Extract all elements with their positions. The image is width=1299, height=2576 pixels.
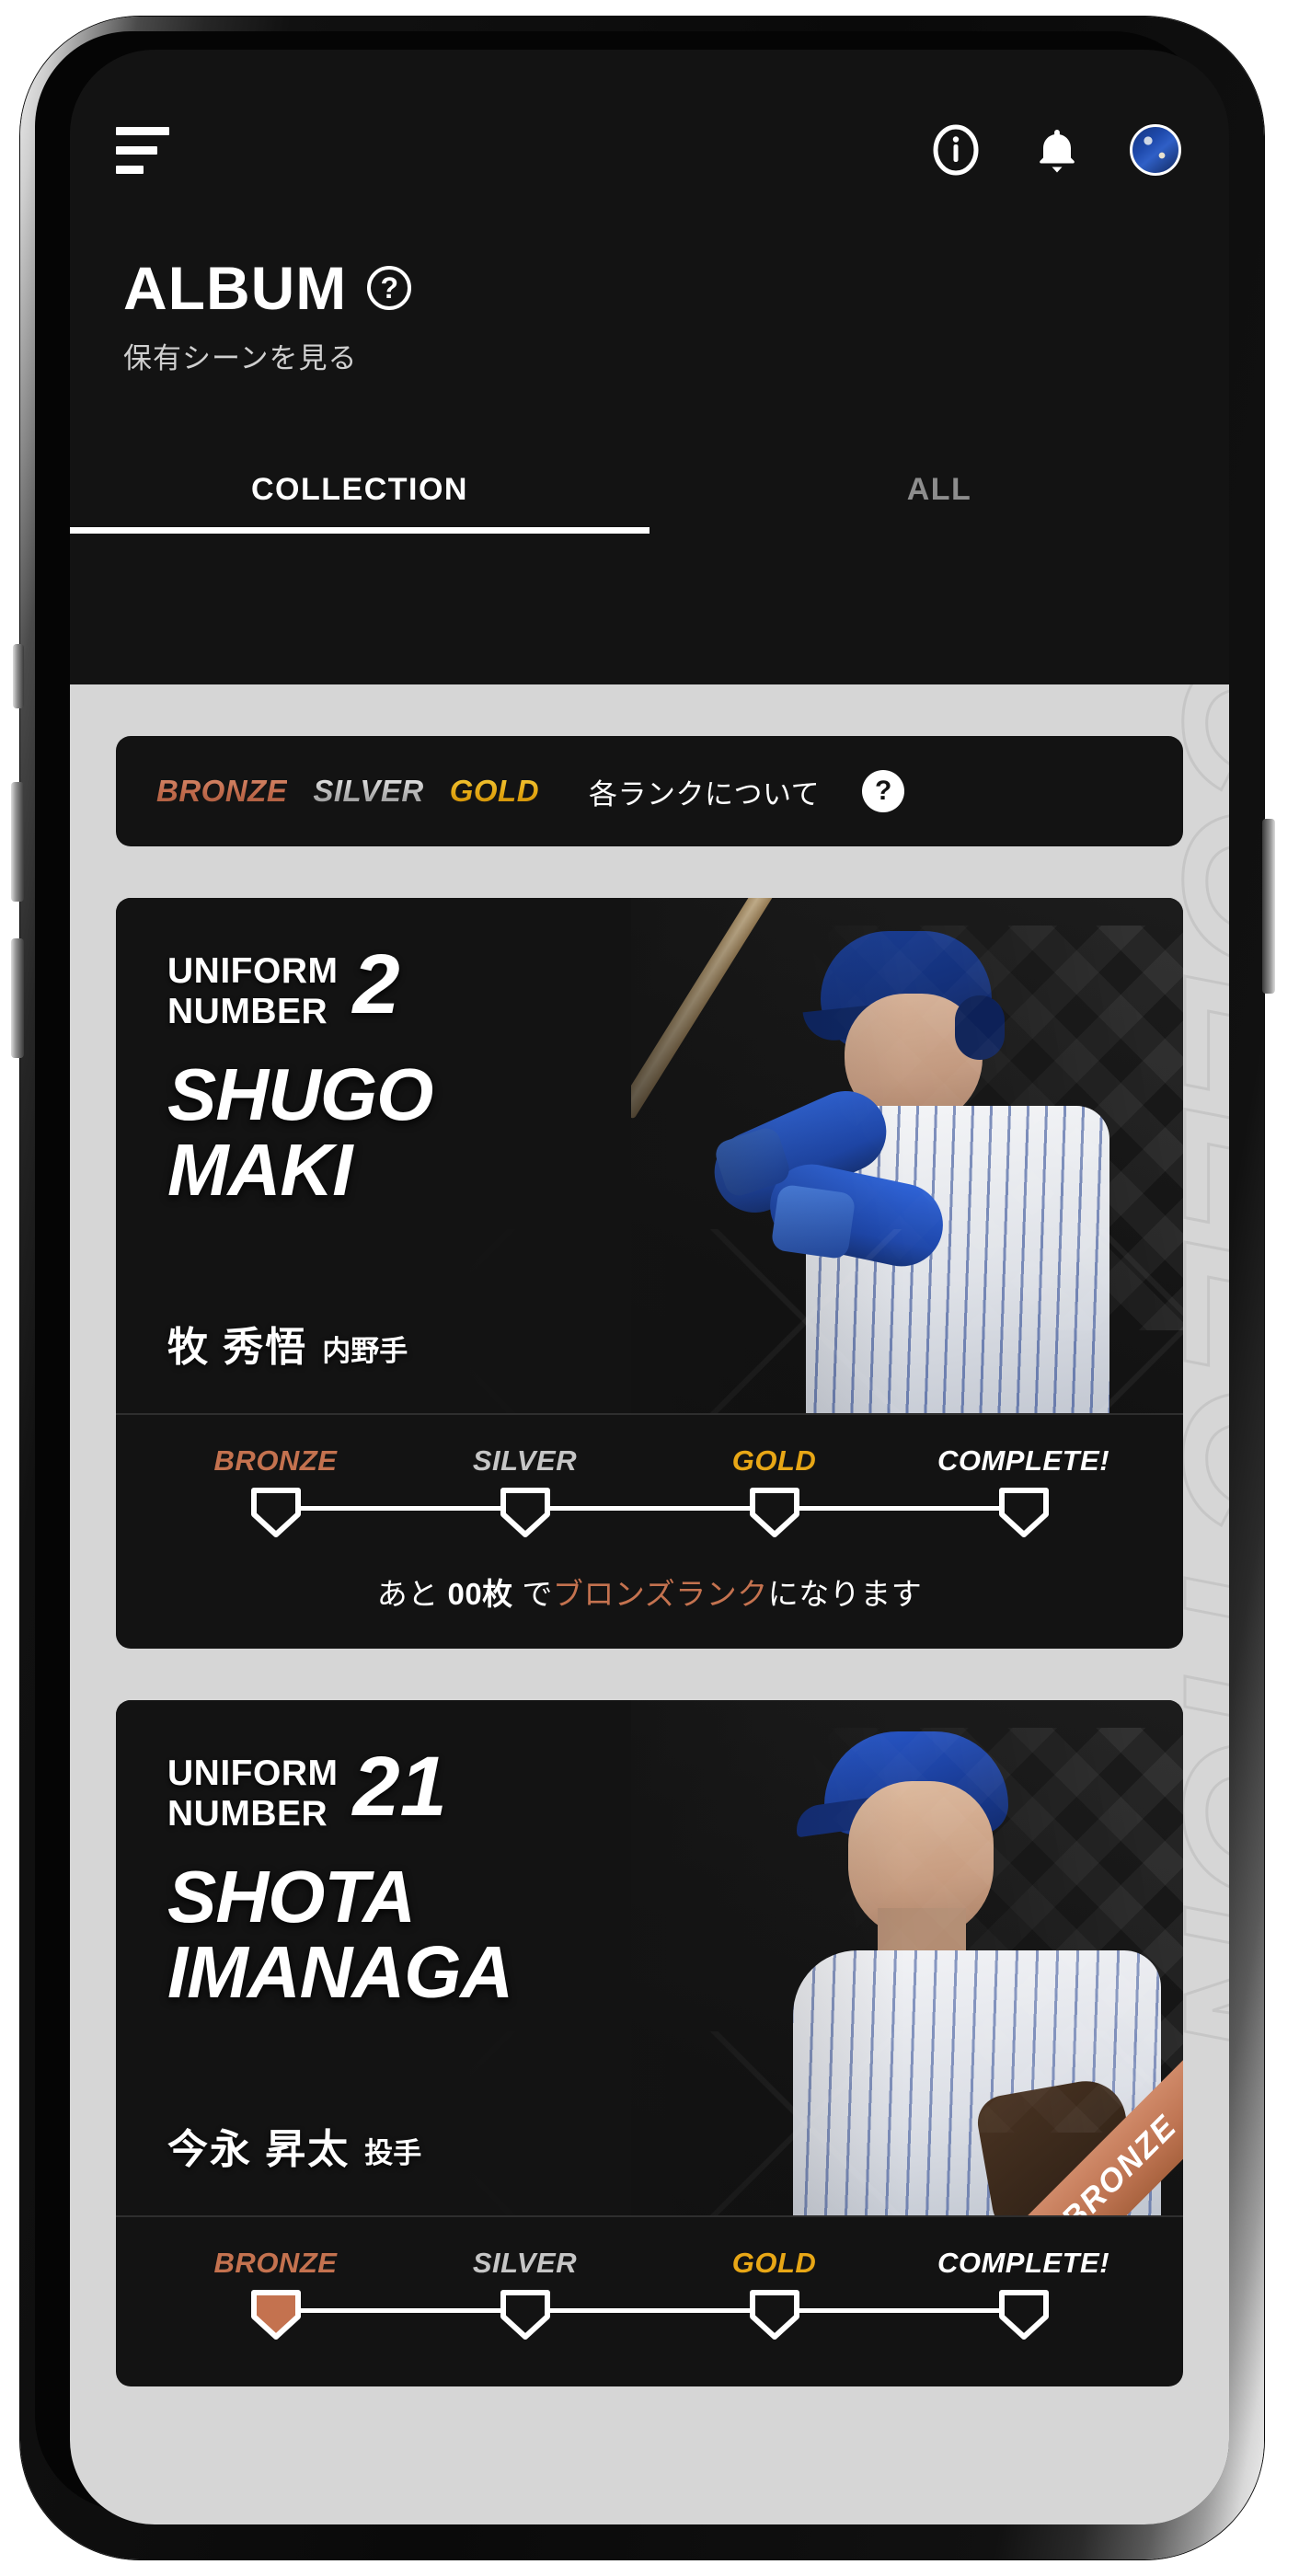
- progress-label-silver: SILVER: [472, 1444, 578, 1477]
- player-name-jp-row: 今永 昇太 投手: [167, 2116, 421, 2175]
- phone-frame: ALBUM ? 保有シーンを見る COLLECTION ALL COLLECTI…: [0, 0, 1299, 2576]
- home-plate-marker-complete: [997, 1487, 1051, 1538]
- legend-rank-silver: SILVER: [313, 774, 424, 808]
- hamburger-line-3: [116, 165, 144, 174]
- user-avatar[interactable]: [1130, 124, 1181, 176]
- page-subtitle: 保有シーンを見る: [123, 342, 358, 374]
- mute-switch[interactable]: [13, 644, 24, 708]
- home-plate-marker-bronze: [249, 2289, 303, 2340]
- rank-legend-bar[interactable]: BRONZE SILVER GOLD 各ランクについて ?: [116, 736, 1183, 846]
- player-card[interactable]: UNIFORM NUMBER 2 SHUGO MAKI 牧 秀悟 内野手 BRO…: [116, 898, 1183, 1649]
- hamburger-line-1: [116, 126, 169, 135]
- uniform-number-row: UNIFORM NUMBER 21: [167, 1744, 512, 1835]
- player-headline: UNIFORM NUMBER 2 SHUGO MAKI: [167, 942, 433, 1207]
- volume-down-button[interactable]: [11, 938, 24, 1058]
- player-position-jp: 内野手: [322, 1335, 408, 1367]
- uniform-label-line2: NUMBER: [167, 992, 328, 1032]
- uniform-label-line1: UNIFORM: [167, 951, 339, 991]
- legend-help-icon[interactable]: ?: [862, 770, 905, 812]
- home-plate-marker-gold: [748, 1487, 801, 1538]
- info-circle-icon[interactable]: [927, 121, 984, 178]
- progress-label-silver: SILVER: [472, 2247, 578, 2279]
- title-help-icon[interactable]: ?: [367, 266, 412, 310]
- player-name-jp-row: 牧 秀悟 内野手: [167, 1314, 408, 1373]
- tab-all[interactable]: ALL: [650, 448, 1229, 534]
- player-name-en-line1: SHUGO: [167, 1052, 433, 1135]
- player-name-en-line2: IMANAGA: [167, 1930, 513, 2013]
- page-title-block: ALBUM ? 保有シーンを見る: [70, 178, 1229, 376]
- progress-note-accent: ブロンズランク: [552, 1577, 768, 1611]
- home-plate-marker-complete: [997, 2289, 1051, 2340]
- app-header: ALBUM ? 保有シーンを見る COLLECTION ALL: [70, 50, 1229, 684]
- progress-label-complete: COMPLETE!: [937, 1444, 1110, 1477]
- top-bar-actions: [927, 121, 1181, 178]
- progress-markers: [151, 2289, 1148, 2352]
- bell-icon[interactable]: [1029, 121, 1086, 178]
- tab-bar: COLLECTION ALL: [70, 448, 1229, 534]
- legend-note-label: 各ランクについて: [589, 777, 821, 811]
- content-area: COLLECTION BRONZE SILVER GOLD 各ランクについて ?: [70, 684, 1229, 2524]
- home-plate-marker-gold: [748, 2289, 801, 2340]
- rank-progress: BRONZE SILVER GOLD COMPLETE!: [116, 1413, 1183, 1649]
- power-button[interactable]: [1262, 819, 1275, 994]
- player-name-en-line1: SHOTA: [167, 1855, 416, 1938]
- player-headline: UNIFORM NUMBER 21 SHOTA IMANAGA: [167, 1744, 513, 2009]
- player-card-hero: UNIFORM NUMBER 21 SHOTA IMANAGA 今永 昇太 投手: [116, 1700, 1183, 2215]
- hamburger-line-2: [116, 145, 157, 155]
- uniform-number-row: UNIFORM NUMBER 2: [167, 942, 432, 1033]
- uniform-number-label: UNIFORM NUMBER: [167, 951, 338, 1033]
- progress-note-mid: で: [512, 1577, 553, 1611]
- player-name-jp: 今永 昇太: [167, 2127, 351, 2172]
- progress-label-bronze: BRONZE: [213, 1444, 338, 1477]
- progress-note-suffix: になります: [767, 1577, 923, 1611]
- hamburger-menu-icon[interactable]: [116, 126, 169, 174]
- rank-progress: BRONZE SILVER GOLD COMPLETE!: [116, 2215, 1183, 2386]
- player-name-en: SHOTA IMANAGA: [167, 1855, 513, 2009]
- home-plate-marker-silver: [499, 2289, 552, 2340]
- player-name-en-line2: MAKI: [167, 1128, 352, 1211]
- progress-label-gold: GOLD: [731, 2247, 817, 2279]
- player-card-hero: UNIFORM NUMBER 2 SHUGO MAKI 牧 秀悟 内野手: [116, 898, 1183, 1413]
- rank-progress-labels: BRONZE SILVER GOLD COMPLETE!: [151, 2247, 1148, 2280]
- progress-label-bronze: BRONZE: [213, 2247, 338, 2279]
- volume-up-button[interactable]: [11, 782, 24, 902]
- uniform-number-value: 21: [352, 1740, 447, 1834]
- rank-progress-track: [151, 2289, 1148, 2352]
- progress-note: あと 00枚 でブロンズランクになります: [151, 1570, 1148, 1614]
- player-name-jp: 牧 秀悟: [167, 1325, 308, 1370]
- page-title: ALBUM: [123, 254, 348, 322]
- uniform-number-label: UNIFORM NUMBER: [167, 1754, 338, 1835]
- progress-label-complete: COMPLETE!: [937, 2247, 1110, 2279]
- tab-collection[interactable]: COLLECTION: [70, 448, 650, 534]
- app-screen: ALBUM ? 保有シーンを見る COLLECTION ALL COLLECTI…: [70, 50, 1229, 2524]
- player-position-jp: 投手: [364, 2137, 422, 2169]
- progress-markers: [151, 1487, 1148, 1549]
- progress-label-gold: GOLD: [731, 1444, 817, 1477]
- home-plate-marker-bronze: [249, 1487, 303, 1538]
- top-bar: [70, 50, 1229, 178]
- player-name-en: SHUGO MAKI: [167, 1057, 433, 1207]
- player-card[interactable]: UNIFORM NUMBER 21 SHOTA IMANAGA 今永 昇太 投手: [116, 1700, 1183, 2386]
- legend-rank-bronze: BRONZE: [156, 774, 288, 808]
- progress-note-count: 00枚: [447, 1577, 513, 1611]
- home-plate-marker-silver: [499, 1487, 552, 1538]
- legend-rank-gold: GOLD: [449, 774, 540, 808]
- progress-note-prefix: あと: [376, 1577, 448, 1611]
- uniform-label-line1: UNIFORM: [167, 1754, 339, 1793]
- uniform-number-value: 2: [352, 937, 400, 1031]
- page-title-row: ALBUM ?: [123, 258, 1229, 318]
- rank-progress-track: [151, 1487, 1148, 1549]
- uniform-label-line2: NUMBER: [167, 1794, 328, 1834]
- rank-progress-labels: BRONZE SILVER GOLD COMPLETE!: [151, 1444, 1148, 1478]
